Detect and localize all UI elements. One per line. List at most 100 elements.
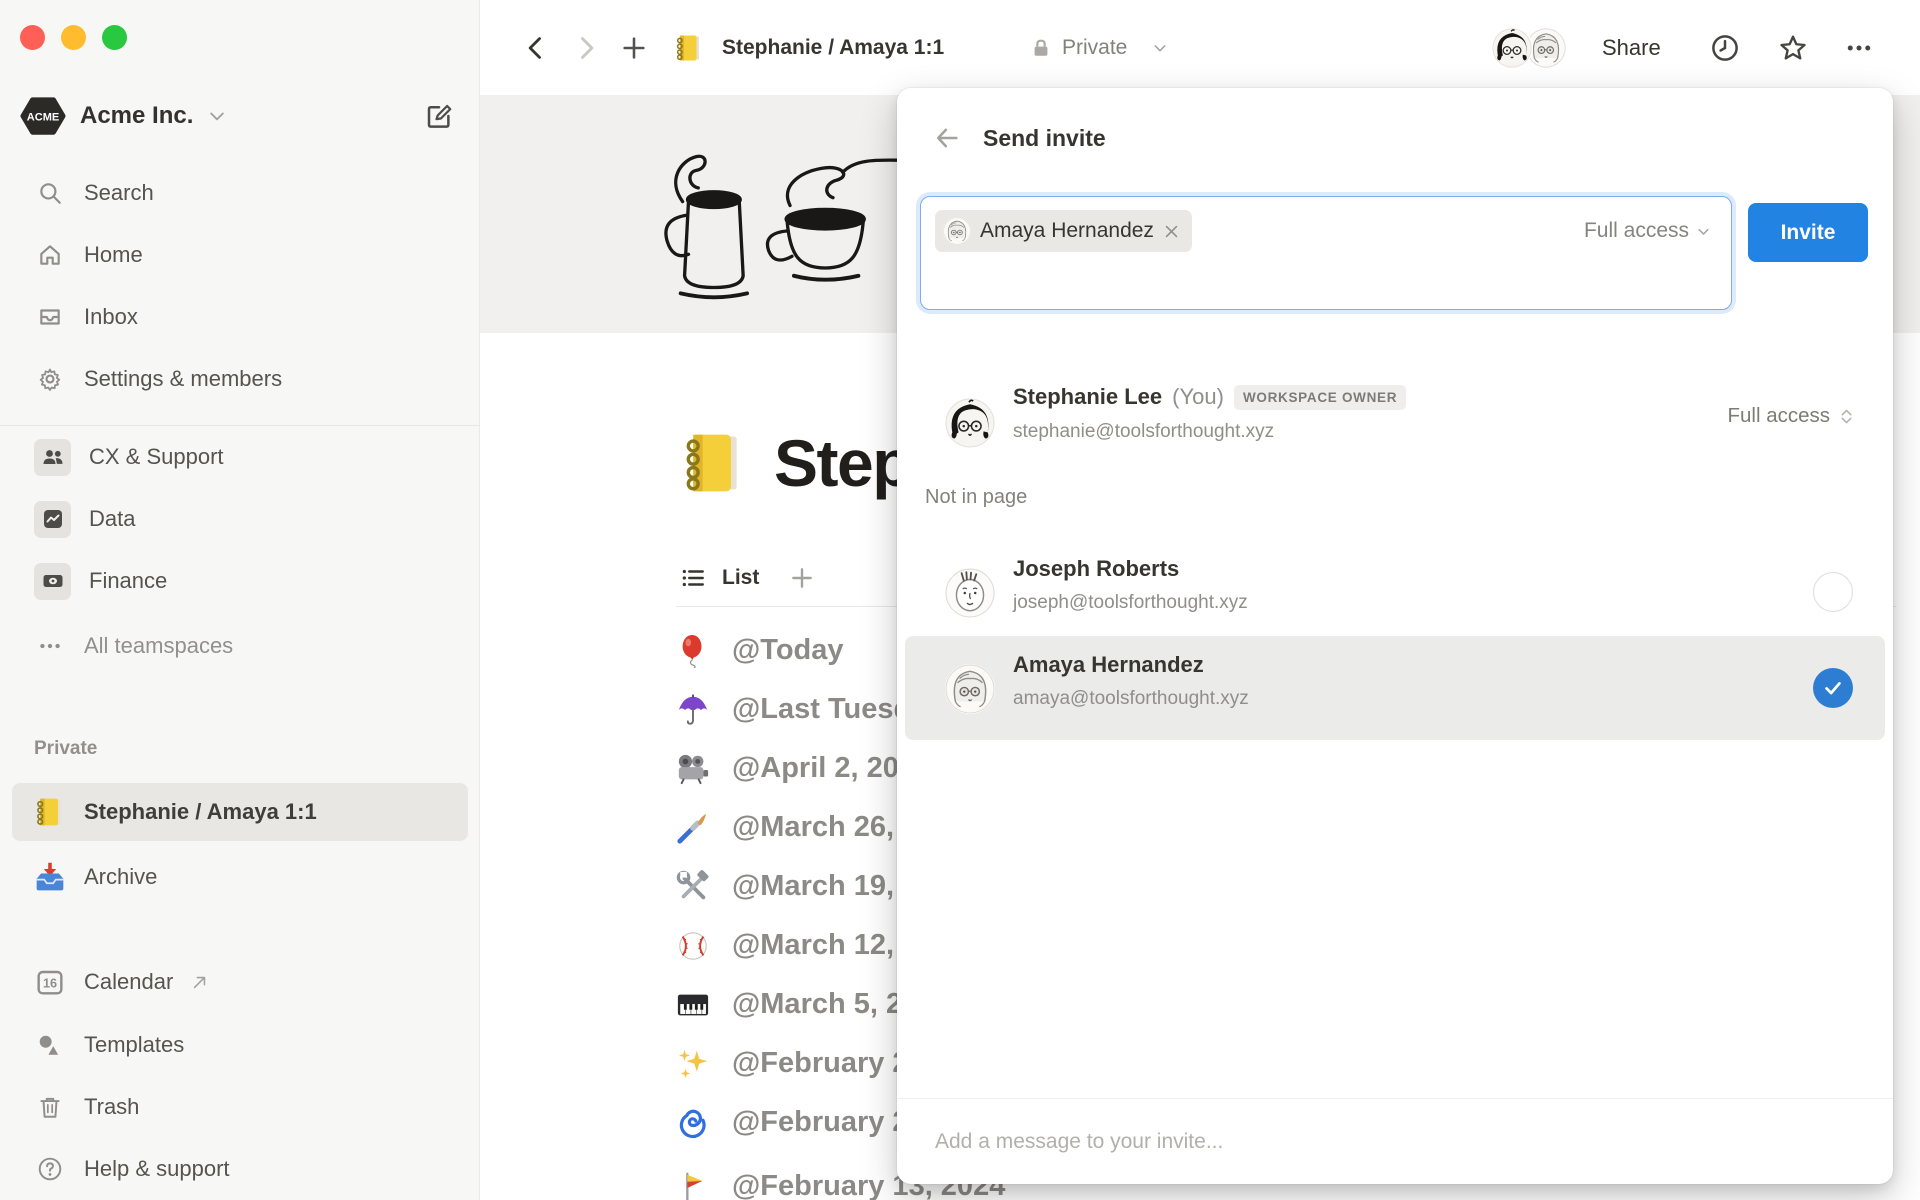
avatar-joseph bbox=[945, 568, 995, 618]
person-name: Joseph Roberts bbox=[1013, 556, 1180, 581]
new-page-plus-icon[interactable] bbox=[620, 0, 648, 95]
gear-icon bbox=[34, 363, 66, 395]
cyclone-emoji bbox=[676, 1106, 710, 1140]
breadcrumb-page-title[interactable]: Stephanie / Amaya 1:1 bbox=[722, 0, 944, 95]
tools-emoji bbox=[676, 870, 710, 904]
back-arrow-icon[interactable] bbox=[933, 124, 961, 152]
chevron-down-icon bbox=[1696, 224, 1711, 239]
chip-remove-icon[interactable] bbox=[1163, 223, 1180, 240]
avatar-amaya bbox=[943, 217, 971, 245]
chip-name: Amaya Hernandez bbox=[980, 219, 1154, 242]
workspace-owner-badge: WORKSPACE OWNER bbox=[1233, 384, 1407, 410]
sidebar-item-label: Help & support bbox=[84, 1156, 230, 1181]
person-name: Amaya Hernandez bbox=[1013, 652, 1204, 677]
sidebar-item-label: Trash bbox=[84, 1094, 140, 1119]
sidebar-item-label: Data bbox=[89, 506, 136, 531]
compose-icon[interactable] bbox=[424, 101, 454, 131]
tab-list[interactable]: List bbox=[722, 566, 759, 590]
sidebar-item-inbox[interactable]: Inbox bbox=[12, 288, 468, 346]
invite-recipient-input[interactable]: Amaya Hernandez Full access bbox=[920, 196, 1732, 310]
member-name: Stephanie Lee (You) WORKSPACE OWNER bbox=[1013, 384, 1407, 410]
sidebar-item-label: Archive bbox=[84, 864, 158, 889]
ellipsis-icon bbox=[34, 630, 66, 662]
invite-button[interactable]: Invite bbox=[1748, 203, 1868, 262]
avatar-stephanie bbox=[945, 398, 995, 448]
you-suffix: (You) bbox=[1172, 384, 1224, 409]
person-row-amaya[interactable]: Amaya Hernandez amaya@toolsforthought.xy… bbox=[905, 636, 1885, 740]
paintbrush-emoji bbox=[676, 811, 710, 845]
sidebar-divider bbox=[0, 425, 480, 426]
inbox-icon bbox=[34, 301, 66, 333]
workspace-switcher[interactable]: ACME Acme Inc. bbox=[20, 90, 460, 142]
sidebar-item-cx-support[interactable]: CX & Support bbox=[12, 428, 468, 486]
page-emoji-notebook[interactable] bbox=[680, 429, 748, 497]
more-options-icon[interactable] bbox=[1844, 0, 1874, 95]
privacy-dropdown[interactable]: Private bbox=[1062, 0, 1127, 95]
access-level-dropdown[interactable]: Full access bbox=[1584, 219, 1711, 243]
sidebar-item-templates[interactable]: Templates bbox=[12, 1016, 468, 1074]
sparkles-emoji bbox=[676, 1047, 710, 1081]
traffic-light-close[interactable] bbox=[20, 25, 45, 50]
private-section-label[interactable]: Private bbox=[34, 738, 97, 760]
invite-message-input[interactable] bbox=[935, 1129, 1835, 1154]
not-in-page-label: Not in page bbox=[925, 486, 1028, 508]
sidebar-item-label: CX & Support bbox=[89, 444, 224, 469]
sidebar-item-finance[interactable]: Finance bbox=[12, 552, 468, 610]
sidebar-item-search[interactable]: Search bbox=[12, 164, 468, 222]
recipient-chip[interactable]: Amaya Hernandez bbox=[935, 210, 1192, 252]
app-window: ACME Acme Inc. Search Home Inbox Setting… bbox=[0, 0, 1920, 1200]
baseball-emoji bbox=[676, 929, 710, 963]
forward-icon[interactable] bbox=[572, 0, 600, 95]
teamspace-chart-icon bbox=[34, 500, 71, 538]
select-circle-checked[interactable] bbox=[1813, 668, 1853, 708]
svg-text:16: 16 bbox=[43, 977, 57, 991]
send-invite-modal: Send invite Amaya Hernandez Full access … bbox=[897, 88, 1893, 1184]
sidebar-item-label: Stephanie / Amaya 1:1 bbox=[84, 799, 317, 824]
sidebar-item-data[interactable]: Data bbox=[12, 490, 468, 548]
sidebar-item-stephanie-amaya[interactable]: Stephanie / Amaya 1:1 bbox=[12, 783, 468, 841]
person-email: joseph@toolsforthought.xyz bbox=[1013, 592, 1248, 613]
piano-emoji bbox=[676, 988, 710, 1022]
sidebar: ACME Acme Inc. Search Home Inbox Setting… bbox=[0, 0, 480, 1200]
add-view-plus-icon[interactable] bbox=[789, 565, 815, 591]
owner-access-dropdown[interactable]: Full access bbox=[1727, 404, 1855, 428]
avatar-amaya bbox=[1526, 27, 1566, 68]
view-tabs: List bbox=[680, 556, 815, 600]
share-button[interactable]: Share bbox=[1602, 0, 1661, 95]
star-icon[interactable] bbox=[1778, 0, 1808, 95]
owner-access-label: Full access bbox=[1727, 404, 1830, 427]
svg-text:ACME: ACME bbox=[27, 111, 59, 123]
balloon-emoji bbox=[676, 634, 710, 668]
sidebar-item-archive[interactable]: Archive bbox=[12, 848, 468, 906]
access-level-label: Full access bbox=[1583, 219, 1689, 242]
list-view-icon bbox=[680, 565, 706, 591]
search-icon bbox=[34, 177, 66, 209]
avatar-stack[interactable] bbox=[1492, 0, 1566, 95]
invite-message-footer bbox=[897, 1098, 1893, 1184]
sidebar-item-home[interactable]: Home bbox=[12, 226, 468, 284]
shapes-icon bbox=[34, 1029, 66, 1061]
traffic-light-minimize[interactable] bbox=[61, 25, 86, 50]
sidebar-item-label: Search bbox=[84, 180, 154, 205]
up-down-carets-icon bbox=[1838, 408, 1855, 425]
traffic-light-zoom[interactable] bbox=[102, 25, 127, 50]
sidebar-item-settings[interactable]: Settings & members bbox=[12, 350, 468, 408]
sidebar-item-label: Finance bbox=[89, 568, 168, 593]
back-icon[interactable] bbox=[522, 0, 550, 95]
sidebar-item-trash[interactable]: Trash bbox=[12, 1078, 468, 1136]
person-row-joseph[interactable]: Joseph Roberts joseph@toolsforthought.xy… bbox=[905, 540, 1885, 644]
external-link-icon bbox=[191, 974, 208, 991]
flag-emoji bbox=[676, 1170, 710, 1200]
select-circle-unchecked[interactable] bbox=[1813, 572, 1853, 612]
home-icon bbox=[34, 239, 66, 271]
teamspace-money-icon bbox=[34, 562, 71, 600]
sidebar-item-all-teamspaces[interactable]: All teamspaces bbox=[12, 617, 468, 675]
page-emoji-notebook bbox=[674, 0, 704, 95]
chevron-down-icon bbox=[1152, 0, 1168, 95]
umbrella-emoji bbox=[676, 693, 710, 727]
sidebar-item-help[interactable]: Help & support bbox=[12, 1140, 468, 1198]
avatar-amaya bbox=[945, 664, 995, 714]
sidebar-item-calendar[interactable]: 16 Calendar bbox=[12, 953, 468, 1011]
list-item-title: @Today bbox=[732, 634, 844, 666]
clock-icon[interactable] bbox=[1710, 0, 1740, 95]
